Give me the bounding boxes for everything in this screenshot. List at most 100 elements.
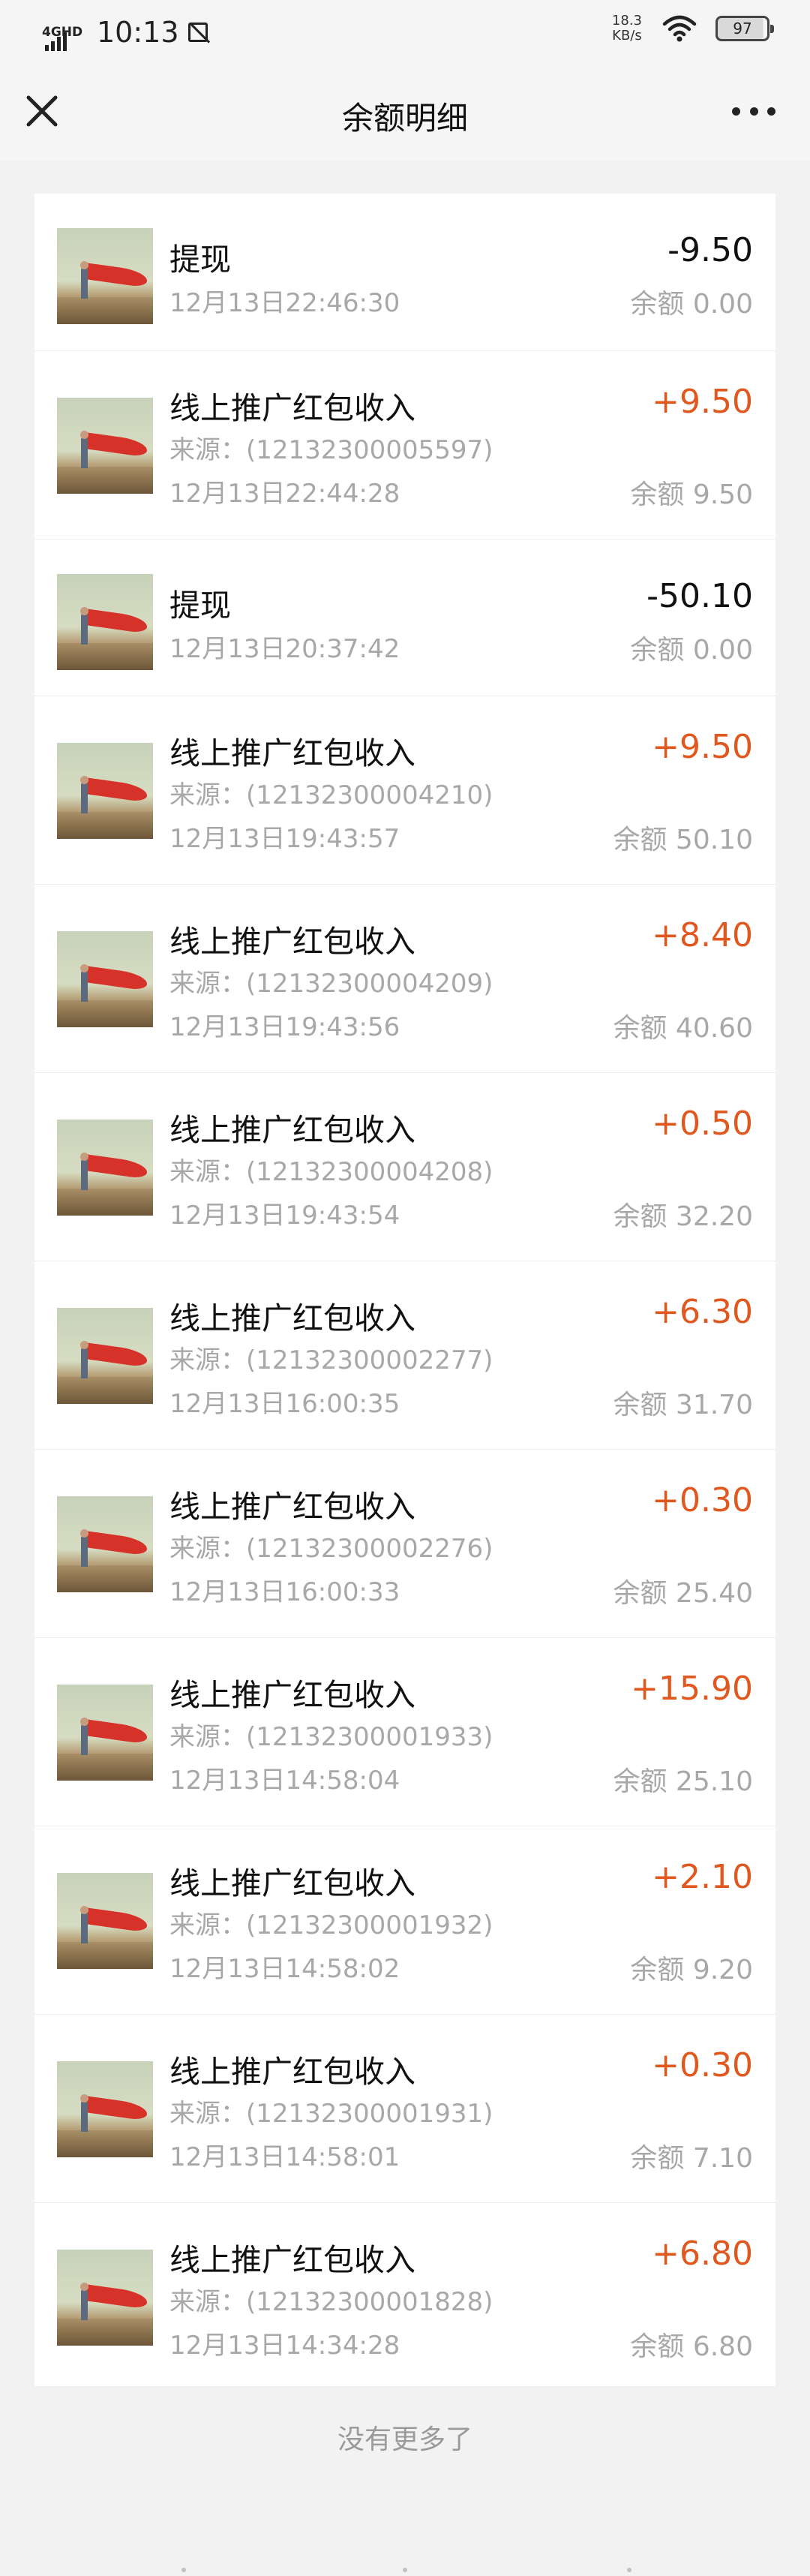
record-time: 12月13日14:58:01 bbox=[170, 2142, 400, 2172]
record-source: 来源：(12132300001828) bbox=[170, 2287, 494, 2317]
record-time: 12月13日19:43:57 bbox=[170, 824, 400, 854]
record-time: 12月13日19:43:56 bbox=[170, 1012, 400, 1042]
record-amount: +0.30 bbox=[652, 2046, 753, 2085]
record-title: 提现 bbox=[170, 242, 231, 278]
list-item[interactable]: 提现 12月13日22:46:30 -9.50 余额 0.00 bbox=[34, 194, 776, 350]
wifi-icon bbox=[662, 15, 697, 42]
record-thumbnail bbox=[57, 574, 153, 670]
record-balance: 余额 25.10 bbox=[613, 1766, 753, 1797]
list-item[interactable]: 线上推广红包收入 来源：(12132300001828) 12月13日14:34… bbox=[34, 2202, 776, 2386]
list-item[interactable]: 线上推广红包收入 来源：(12132300002276) 12月13日16:00… bbox=[34, 1449, 776, 1637]
status-bar: 4GHD 10:13 18.3 KB/s 97 bbox=[0, 0, 810, 63]
record-title: 线上推广红包收入 bbox=[170, 1300, 416, 1336]
record-time: 12月13日16:00:33 bbox=[170, 1577, 400, 1607]
record-balance: 余额 9.20 bbox=[630, 1955, 753, 1985]
record-amount: +0.30 bbox=[652, 1481, 753, 1519]
record-title: 线上推广红包收入 bbox=[170, 924, 416, 960]
record-title: 线上推广红包收入 bbox=[170, 1865, 416, 1901]
battery-level: 97 bbox=[733, 20, 752, 38]
record-amount: +6.80 bbox=[652, 2235, 753, 2273]
record-balance: 余额 0.00 bbox=[630, 289, 753, 320]
record-amount: +8.40 bbox=[652, 916, 753, 954]
record-amount: +9.50 bbox=[652, 728, 753, 766]
record-balance: 余额 50.10 bbox=[613, 825, 753, 855]
list-item[interactable]: 线上推广红包收入 来源：(12132300001931) 12月13日14:58… bbox=[34, 2014, 776, 2202]
record-thumbnail bbox=[57, 1873, 153, 1969]
record-title: 线上推广红包收入 bbox=[170, 2054, 416, 2090]
record-time: 12月13日16:00:35 bbox=[170, 1389, 400, 1419]
record-thumbnail bbox=[57, 743, 153, 839]
record-source: 来源：(12132300004208) bbox=[170, 1157, 494, 1187]
record-thumbnail bbox=[57, 1120, 153, 1216]
record-source: 来源：(12132300001931) bbox=[170, 2099, 494, 2129]
record-balance: 余额 31.70 bbox=[613, 1390, 753, 1420]
record-source: 来源：(12132300005597) bbox=[170, 435, 494, 465]
record-thumbnail bbox=[57, 1496, 153, 1592]
record-title: 线上推广红包收入 bbox=[170, 390, 416, 426]
nav-bar: 余额明细 bbox=[0, 63, 810, 161]
no-image-icon bbox=[188, 23, 208, 42]
record-title: 提现 bbox=[170, 588, 231, 624]
status-time: 10:13 bbox=[97, 16, 179, 49]
record-thumbnail bbox=[57, 1308, 153, 1404]
record-balance: 余额 0.00 bbox=[630, 635, 753, 666]
record-balance: 余额 25.40 bbox=[613, 1578, 753, 1609]
list-item[interactable]: 线上推广红包收入 来源：(12132300002277) 12月13日16:00… bbox=[34, 1261, 776, 1449]
record-time: 12月13日22:46:30 bbox=[170, 288, 400, 318]
balance-record-list: 提现 12月13日22:46:30 -9.50 余额 0.00 线上推广红包收入… bbox=[34, 194, 776, 2386]
record-title: 线上推广红包收入 bbox=[170, 1112, 416, 1148]
record-source: 来源：(12132300002277) bbox=[170, 1345, 494, 1375]
list-item[interactable]: 线上推广红包收入 来源：(12132300004208) 12月13日19:43… bbox=[34, 1072, 776, 1261]
record-balance: 余额 40.60 bbox=[613, 1013, 753, 1044]
record-thumbnail bbox=[57, 1685, 153, 1781]
record-source: 来源：(12132300002276) bbox=[170, 1534, 494, 1564]
more-icon[interactable] bbox=[728, 96, 780, 126]
record-thumbnail bbox=[57, 2061, 153, 2157]
list-item[interactable]: 线上推广红包收入 来源：(12132300001932) 12月13日14:58… bbox=[34, 1826, 776, 2014]
list-item[interactable]: 提现 12月13日20:37:42 -50.10 余额 0.00 bbox=[34, 539, 776, 696]
signal-icon bbox=[45, 32, 67, 51]
record-title: 线上推广红包收入 bbox=[170, 1677, 416, 1713]
record-time: 12月13日14:34:28 bbox=[170, 2331, 400, 2361]
network-speed: 18.3 KB/s bbox=[612, 14, 642, 44]
record-thumbnail bbox=[57, 931, 153, 1027]
record-time: 12月13日14:58:02 bbox=[170, 1954, 400, 1984]
record-source: 来源：(12132300004210) bbox=[170, 780, 494, 810]
record-amount: +2.10 bbox=[652, 1858, 753, 1896]
list-item[interactable]: 线上推广红包收入 来源：(12132300005597) 12月13日22:44… bbox=[34, 350, 776, 539]
record-balance: 余额 9.50 bbox=[630, 479, 753, 510]
record-balance: 余额 7.10 bbox=[630, 2143, 753, 2174]
record-amount: +0.50 bbox=[652, 1105, 753, 1143]
record-time: 12月13日19:43:54 bbox=[170, 1201, 400, 1231]
status-right: 18.3 KB/s 97 bbox=[612, 14, 774, 44]
list-item[interactable]: 线上推广红包收入 来源：(12132300004210) 12月13日19:43… bbox=[34, 696, 776, 884]
record-time: 12月13日14:58:04 bbox=[170, 1766, 400, 1796]
record-thumbnail bbox=[57, 2250, 153, 2346]
record-amount: -9.50 bbox=[668, 231, 753, 269]
network-speed-value: 18.3 bbox=[611, 13, 642, 29]
record-source: 来源：(12132300004209) bbox=[170, 969, 494, 999]
record-title: 线上推广红包收入 bbox=[170, 1489, 416, 1525]
battery-icon: 97 bbox=[716, 16, 774, 41]
status-left: 4GHD 10:13 bbox=[42, 14, 208, 51]
record-time: 12月13日20:37:42 bbox=[170, 634, 400, 664]
record-thumbnail bbox=[57, 398, 153, 494]
record-amount: -50.10 bbox=[646, 577, 753, 615]
network-speed-unit: KB/s bbox=[612, 28, 642, 44]
record-source: 来源：(12132300001932) bbox=[170, 1910, 494, 1940]
record-source: 来源：(12132300001933) bbox=[170, 1722, 494, 1752]
page-title: 余额明细 bbox=[341, 100, 468, 137]
bottom-indicator bbox=[0, 2568, 810, 2576]
list-item[interactable]: 线上推广红包收入 来源：(12132300001933) 12月13日14:58… bbox=[34, 1637, 776, 1826]
record-title: 线上推广红包收入 bbox=[170, 2242, 416, 2278]
list-item[interactable]: 线上推广红包收入 来源：(12132300004209) 12月13日19:43… bbox=[34, 884, 776, 1072]
no-more-hint: 没有更多了 bbox=[337, 2424, 472, 2455]
record-amount: +9.50 bbox=[652, 383, 753, 421]
record-amount: +15.90 bbox=[631, 1670, 753, 1708]
record-balance: 余额 32.20 bbox=[613, 1201, 753, 1232]
record-time: 12月13日22:44:28 bbox=[170, 479, 400, 509]
record-thumbnail bbox=[57, 228, 153, 324]
record-balance: 余额 6.80 bbox=[630, 2331, 753, 2362]
record-amount: +6.30 bbox=[652, 1293, 753, 1331]
record-title: 线上推广红包收入 bbox=[170, 735, 416, 771]
